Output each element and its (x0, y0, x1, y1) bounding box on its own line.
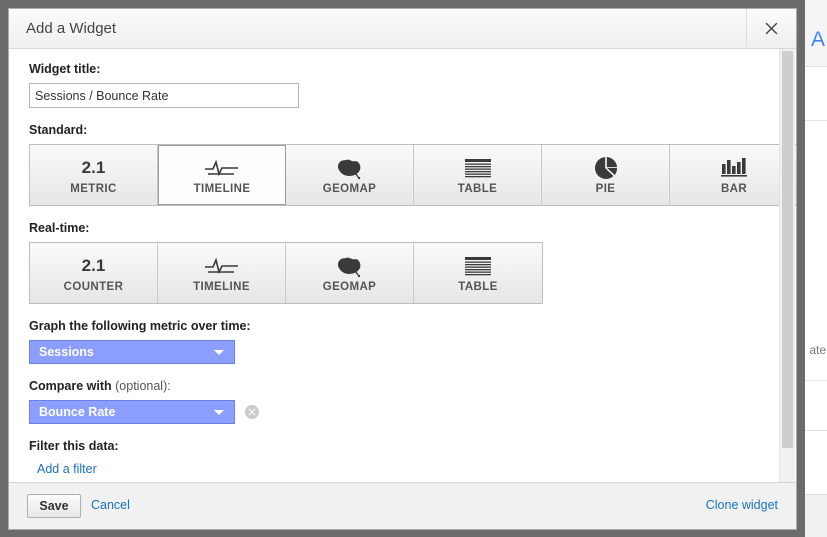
number-2-1-icon: 2.1 (82, 253, 106, 279)
metric-select[interactable]: Sessions (29, 340, 235, 364)
widget-type-timeline-button[interactable]: TIMELINE (158, 145, 286, 205)
metric-label: Graph the following metric over time: (29, 319, 251, 333)
compare-select[interactable]: Bounce Rate (29, 400, 235, 424)
close-icon (765, 22, 778, 35)
dialog-footer: Save Cancel Clone widget (9, 482, 796, 529)
widget-type-label: TABLE (457, 183, 498, 195)
widget-title-input[interactable] (29, 83, 299, 108)
widget-type-label: TIMELINE (193, 281, 250, 293)
timeline-icon (204, 155, 240, 181)
geomap-icon (335, 253, 365, 279)
realtime-widget-type-group: 2.1 COUNTER TIMELINE GEOMAP TABLE (29, 242, 543, 304)
widget-type-metric-button[interactable]: 2.1 METRIC (30, 145, 158, 205)
widget-type-label: PIE (595, 183, 616, 195)
clone-widget-link[interactable]: Clone widget (706, 498, 778, 512)
widget-type-label: GEOMAP (322, 183, 377, 195)
widget-type-pie-button[interactable]: PIE (542, 145, 670, 205)
dialog-body-scrollbar-thumb[interactable] (782, 51, 793, 448)
widget-type-label: TABLE (458, 281, 498, 293)
realtime-label: Real-time: (29, 221, 90, 235)
widget-type-table-button[interactable]: TABLE (414, 243, 542, 303)
compare-label: Compare with (optional): (29, 378, 778, 394)
filter-label: Filter this data: (29, 439, 119, 453)
compare-label-optional: (optional): (111, 379, 171, 393)
widget-type-label: TIMELINE (193, 183, 251, 195)
dialog-body: Widget title: Standard: 2.1 METRIC TIMELIN… (9, 49, 796, 482)
close-button[interactable] (746, 9, 796, 47)
standard-label: Standard: (29, 123, 88, 137)
chevron-down-icon (214, 350, 224, 355)
number-2-1-icon: 2.1 (82, 155, 106, 181)
background-date-label: ate (809, 343, 826, 357)
dialog-body-scrollbar[interactable] (779, 49, 795, 482)
widget-type-table-button[interactable]: TABLE (414, 145, 542, 205)
widget-type-icon-text: 2.1 (81, 158, 106, 177)
dialog-title: Add a Widget (26, 20, 117, 37)
widget-type-timeline-button[interactable]: TIMELINE (158, 243, 286, 303)
metric-select-value: Sessions (39, 345, 94, 359)
widget-type-label: GEOMAP (322, 281, 377, 293)
widget-type-label: METRIC (70, 183, 117, 195)
compare-select-value: Bounce Rate (39, 405, 116, 419)
timeline-icon (204, 253, 240, 279)
table-icon (463, 155, 493, 181)
widget-type-bar-button[interactable]: BAR (670, 145, 796, 205)
compare-row: Bounce Rate (29, 400, 778, 424)
metric-row: Sessions (29, 340, 778, 364)
chevron-down-icon (214, 410, 224, 415)
dialog-titlebar: Add a Widget (9, 9, 796, 49)
cancel-link[interactable]: Cancel (91, 498, 130, 512)
widget-type-geomap-button[interactable]: GEOMAP (286, 145, 414, 205)
table-icon (463, 253, 493, 279)
pie-icon (593, 155, 619, 181)
geomap-icon (335, 155, 365, 181)
clear-circle-icon (248, 408, 256, 416)
widget-type-geomap-button[interactable]: GEOMAP (286, 243, 414, 303)
add-widget-dialog: Add a Widget Widget title: Standard: 2.1… (8, 8, 797, 530)
clear-compare-button[interactable] (245, 405, 259, 419)
widget-type-counter-button[interactable]: 2.1 COUNTER (30, 243, 158, 303)
standard-widget-type-group: 2.1 METRIC TIMELINE GEOMAP TABLE PIE BAR (29, 144, 796, 206)
widget-type-label: COUNTER (63, 281, 124, 293)
compare-label-bold: Compare with (29, 379, 112, 393)
add-filter-link[interactable]: Add a filter (37, 462, 97, 476)
widget-type-icon-text: 2.1 (81, 256, 106, 275)
widget-type-label: BAR (720, 183, 748, 195)
bar-icon (719, 155, 749, 181)
analytics-logo: A (810, 28, 825, 51)
widget-title-label: Widget title: (29, 62, 101, 76)
save-button[interactable]: Save (27, 494, 81, 518)
